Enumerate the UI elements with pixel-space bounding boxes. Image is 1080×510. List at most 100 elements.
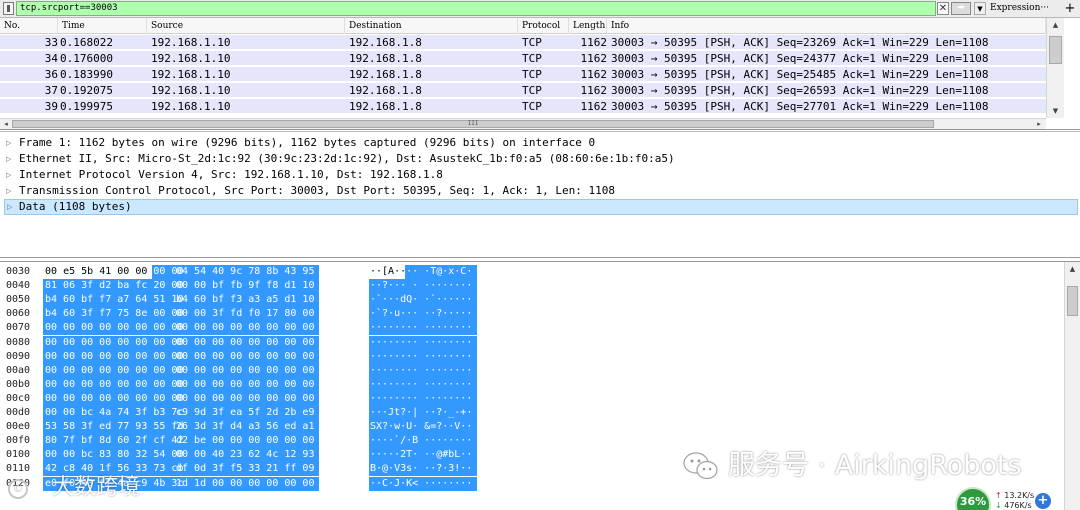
hex-bytes-group-2: 00 00 00 00 00 00 00 00: [176, 392, 315, 404]
column-header-no[interactable]: No.: [0, 18, 58, 34]
ascii-text: SX?·w·U· &=?··V··: [370, 421, 473, 433]
hex-bytes-group-2: 00 00 00 00 00 00 00 00: [176, 364, 315, 376]
expand-arrow-icon[interactable]: ▷: [6, 183, 14, 199]
packet-protocol: TCP: [522, 84, 542, 97]
hex-bytes-group-1: b4 60 bf f7 a7 64 51 10: [45, 294, 184, 306]
hex-bytes-group-1: 00 e5 5b 41 00 00 00 00: [45, 266, 184, 277]
network-speed-widget[interactable]: 36% ↑ 13.2K/s ↓ 476K/s +: [955, 487, 1055, 510]
download-arrow-icon: ↓: [995, 501, 1002, 510]
display-filter-input[interactable]: tcp.srcport==30003: [16, 1, 936, 16]
expression-button[interactable]: Expression···: [990, 2, 1050, 15]
expand-arrow-icon[interactable]: ▷: [6, 151, 14, 167]
column-header-length[interactable]: Length: [569, 18, 607, 34]
packet-row[interactable]: 33 0.168022 192.168.1.10 192.168.1.8 TCP…: [0, 35, 1046, 50]
hex-offset: 00d0: [6, 407, 31, 418]
bookmark-filter-icon[interactable]: [3, 2, 14, 15]
scroll-up-icon[interactable]: ▲: [1065, 262, 1080, 276]
packet-row[interactable]: 36 0.183990 192.168.1.10 192.168.1.8 TCP…: [0, 67, 1046, 82]
hex-row[interactable]: 0050 b4 60 bf f7 a7 64 51 10 b4 60 bf f3 a…: [0, 293, 1064, 308]
hex-row[interactable]: 00b0 00 00 00 00 00 00 00 00 00 00 00 00 0…: [0, 377, 1064, 392]
packet-time: 0.176000: [60, 52, 113, 65]
speed-gauge[interactable]: 36%: [955, 487, 991, 510]
hex-bytes-group-2: 00 00 bf fb 9f f8 d1 10: [176, 280, 315, 292]
packet-list-horizontal-scrollbar[interactable]: ◂ III ▸: [0, 118, 1046, 129]
hex-offset: 0110: [6, 463, 31, 475]
hex-row[interactable]: 00e0 53 58 3f ed 77 93 55 fd 26 3d 3f d4 a…: [0, 420, 1064, 435]
packet-list-pane: No. Time Source Destination Protocol Len…: [0, 18, 1080, 130]
expand-arrow-icon[interactable]: ▷: [6, 135, 14, 151]
hex-row[interactable]: 00a0 00 00 00 00 00 00 00 00 00 00 00 00 0…: [0, 363, 1064, 378]
packet-time: 0.199975: [60, 100, 113, 113]
scroll-thumb[interactable]: [1067, 286, 1078, 316]
column-header-source[interactable]: Source: [147, 18, 345, 34]
horizontal-scroll-thumb[interactable]: III: [12, 120, 934, 128]
ascii-text: ··[A···· ·T@·x·C·: [370, 266, 473, 277]
scroll-up-icon[interactable]: ▲: [1047, 18, 1064, 32]
hex-offset: 00f0: [6, 435, 31, 447]
hex-bytes-group-2: 00 00 00 00 00 00 00 00: [176, 322, 315, 334]
hex-row[interactable]: 0080 00 00 00 00 00 00 00 00 00 00 00 00 0…: [0, 335, 1064, 350]
packet-destination: 192.168.1.8: [349, 100, 422, 113]
hex-bytes-group-1: 00 00 bc 83 80 32 54 00: [45, 449, 184, 461]
hex-offset: 00b0: [6, 378, 31, 390]
scroll-thumb[interactable]: [1049, 36, 1062, 64]
speed-plus-button[interactable]: +: [1035, 493, 1051, 509]
packet-time: 0.183990: [60, 68, 113, 81]
ascii-text: ·····2T· ··@#bL··: [370, 449, 473, 461]
scroll-right-icon[interactable]: ▸: [1034, 119, 1044, 129]
ascii-text: ········ ········: [370, 392, 473, 404]
column-header-time[interactable]: Time: [58, 18, 147, 34]
display-filter-toolbar: tcp.srcport==30003 ✕ ➡ ▼ Expression··· +: [0, 0, 1080, 18]
download-speed-value: 476K/s: [1004, 501, 1032, 510]
hex-offset: 00a0: [6, 364, 31, 376]
packet-row[interactable]: 34 0.176000 192.168.1.10 192.168.1.8 TCP…: [0, 51, 1046, 66]
hex-row[interactable]: 0060 b4 60 3f f7 75 8e 00 00 00 00 3f fd f…: [0, 307, 1064, 322]
column-header-time-label: Time: [62, 21, 85, 31]
apply-filter-button[interactable]: ➡: [951, 2, 971, 15]
scroll-down-icon[interactable]: ▼: [1047, 104, 1064, 118]
hex-offset: 0030: [6, 266, 31, 277]
hex-row[interactable]: 0030 00 e5 5b 41 00 00 00 00 04 54 40 9c 7…: [0, 265, 1064, 279]
bytes-vertical-scrollbar[interactable]: ▲: [1064, 262, 1080, 510]
packet-length: 1162: [580, 68, 608, 81]
expand-arrow-icon[interactable]: ▷: [6, 167, 14, 183]
hex-offset: 0060: [6, 308, 31, 320]
packet-source: 192.168.1.10: [151, 100, 231, 113]
tree-item-tcp[interactable]: ▷ Transmission Control Protocol, Src Por…: [0, 183, 1080, 199]
packet-protocol: TCP: [522, 52, 542, 65]
clear-filter-button[interactable]: ✕: [937, 2, 949, 15]
hex-bytes-group-1: 81 06 3f d2 ba fc 20 00: [45, 280, 184, 292]
filter-history-dropdown[interactable]: ▼: [974, 2, 986, 15]
packet-no: 39: [44, 100, 58, 113]
column-header-destination[interactable]: Destination: [345, 18, 518, 34]
packet-info: 30003 → 50395 [PSH, ACK] Seq=25485 Ack=1…: [611, 68, 989, 81]
hex-row[interactable]: 00c0 00 00 00 00 00 00 00 00 00 00 00 00 0…: [0, 391, 1064, 406]
column-header-info[interactable]: Info: [607, 18, 1046, 34]
tree-item-frame[interactable]: ▷ Frame 1: 1162 bytes on wire (9296 bits…: [0, 135, 1080, 151]
scroll-left-icon[interactable]: ◂: [1, 119, 11, 129]
download-speed: ↓ 476K/s: [995, 501, 1032, 510]
tree-item-ethernet[interactable]: ▷ Ethernet II, Src: Micro-St_2d:1c:92 (3…: [0, 151, 1080, 167]
expand-arrow-icon[interactable]: ▷: [7, 200, 15, 214]
packet-info: 30003 → 50395 [PSH, ACK] Seq=26593 Ack=1…: [611, 84, 989, 97]
hex-row[interactable]: 0090 00 00 00 00 00 00 00 00 00 00 00 00 0…: [0, 349, 1064, 364]
hex-bytes-group-2: 26 3d 3f d4 a3 56 ed a1: [176, 421, 315, 433]
column-header-protocol[interactable]: Protocol: [518, 18, 569, 34]
tree-item-label: Transmission Control Protocol, Src Port:…: [19, 184, 616, 197]
ascii-text: ········ ········: [370, 322, 473, 334]
packet-list-vertical-scrollbar[interactable]: ▲ ▼: [1046, 18, 1064, 118]
hex-row[interactable]: 00f0 80 7f bf 8d 60 2f cf 42 d2 be 00 00 0…: [0, 434, 1064, 449]
upload-arrow-icon: ↑: [995, 491, 1002, 500]
hex-offset: 0050: [6, 294, 31, 306]
tree-item-ipv4[interactable]: ▷ Internet Protocol Version 4, Src: 192.…: [0, 167, 1080, 183]
ascii-text: ··C·J·K< ········: [370, 477, 473, 489]
hex-row[interactable]: 0070 00 00 00 00 00 00 00 00 00 00 00 00 0…: [0, 321, 1064, 336]
packet-row[interactable]: 39 0.199975 192.168.1.10 192.168.1.8 TCP…: [0, 99, 1046, 114]
packet-row[interactable]: 37 0.192075 192.168.1.10 192.168.1.8 TCP…: [0, 83, 1046, 98]
tree-item-data[interactable]: ▷ Data (1108 bytes): [4, 199, 1078, 215]
hex-row[interactable]: 0040 81 06 3f d2 ba fc 20 00 00 00 bf fb 9…: [0, 279, 1064, 294]
hex-bytes-group-2: 00 00 40 23 62 4c 12 93: [176, 449, 315, 461]
add-filter-button[interactable]: +: [1062, 0, 1078, 17]
hex-row[interactable]: 00d0 00 00 bc 4a 74 3f b3 7c c9 9d 3f ea 5…: [0, 406, 1064, 420]
upload-speed-value: 13.2K/s: [1004, 491, 1035, 500]
